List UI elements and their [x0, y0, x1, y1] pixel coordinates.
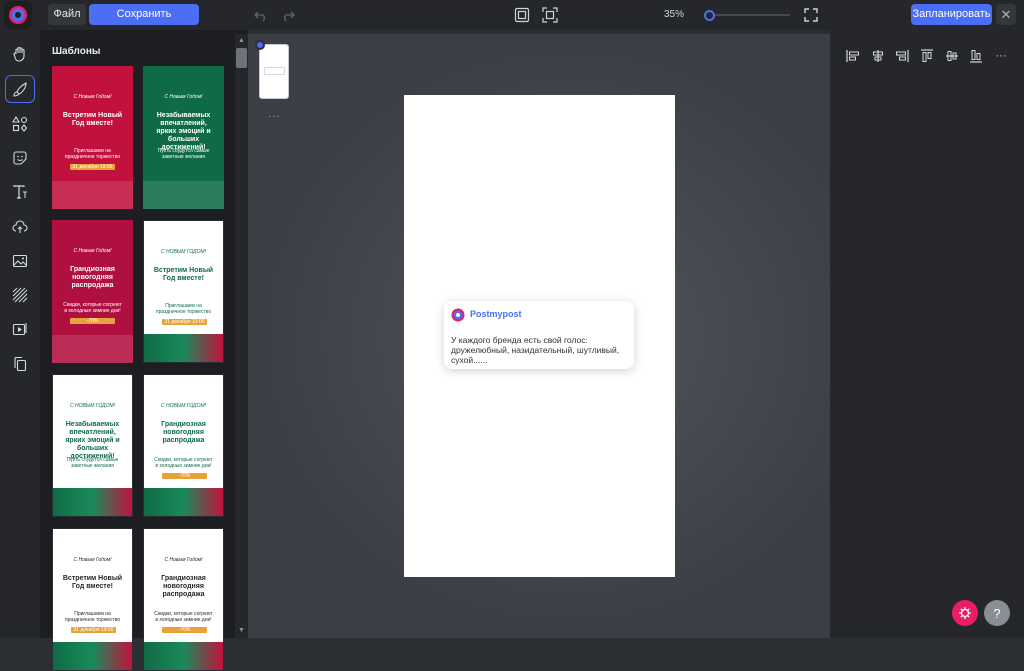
elements-icon[interactable] [5, 110, 35, 138]
template-greeting: С НОВЫМ ГОДОМ! [69, 403, 116, 409]
template-badge: -70% [162, 473, 207, 479]
template-badge: -70% [162, 627, 207, 633]
template-headline: Грандиозная новогодняя распродажа [161, 575, 206, 598]
template-badge: 31 декабря 19:00 [162, 319, 207, 325]
resize-icon[interactable] [513, 6, 531, 24]
align-right-icon[interactable] [894, 48, 910, 64]
template-greeting: С НОВЫМ ГОДОМ! [160, 403, 207, 409]
page-selected-indicator [255, 40, 265, 50]
template-card[interactable]: С Новым Годом! Встретим Новый Год вместе!… [52, 66, 133, 209]
page-thumbnail-card [264, 67, 285, 75]
copy-icon[interactable] [5, 350, 35, 378]
card-message: У каждого бренда есть свой голос: дружел… [451, 335, 620, 365]
postmypost-logo-icon [451, 308, 465, 322]
app-logo[interactable] [4, 1, 32, 29]
page-more-icon[interactable]: ··· [268, 111, 281, 122]
template-decoration [144, 334, 223, 362]
template-decoration [52, 181, 133, 209]
template-card[interactable]: С НОВЫМ ГОДОМ! Грандиозная новогодняя рас… [143, 374, 224, 517]
video-icon[interactable] [5, 315, 35, 343]
template-card[interactable]: С Новым Годом! Встретим Новый Год вместе!… [52, 528, 133, 671]
template-subtitle: Скидки, которые согреют в холодные зимни… [63, 302, 122, 314]
template-decoration [144, 488, 223, 516]
template-badge: 31 декабря 19:00 [70, 164, 115, 170]
top-bar: Файл Сохранить изменения 35% Запланирова… [0, 0, 1024, 41]
gear-icon [959, 607, 971, 619]
hand-icon[interactable] [5, 40, 35, 68]
template-headline: Грандиозная новогодняя распродажа [70, 266, 115, 289]
scroll-down-icon[interactable]: ▼ [237, 626, 246, 635]
template-badge: -70% [70, 318, 115, 324]
template-card[interactable]: С НОВЫМ ГОДОМ! Незабываемых впечатлений, … [52, 374, 133, 517]
fit-icon[interactable] [541, 6, 559, 24]
template-card[interactable]: С Новым Годом! Грандиозная новогодняя рас… [52, 220, 133, 363]
tool-rail [0, 30, 40, 638]
template-headline: Встретим Новый Год вместе! [62, 112, 123, 127]
template-decoration [52, 335, 133, 363]
page-thumbnail[interactable] [259, 44, 289, 99]
template-decoration [53, 488, 132, 516]
help-button[interactable]: ? [984, 600, 1010, 626]
fullscreen-icon[interactable] [802, 6, 820, 24]
properties-panel [830, 30, 1024, 638]
align-bottom-icon[interactable] [968, 48, 984, 64]
template-subtitle: Скидки, которые согреют в холодные зимни… [154, 457, 213, 469]
align-top-icon[interactable] [919, 48, 935, 64]
panel-title: Шаблоны [52, 46, 101, 57]
zoom-level: 35% [664, 9, 685, 20]
schedule-button[interactable]: Запланировать [911, 4, 992, 25]
template-greeting: С Новым Годом! [73, 94, 112, 100]
template-subtitle: Приглашаем на праздничное торжество [155, 303, 212, 315]
align-center-icon[interactable] [870, 48, 886, 64]
template-card[interactable]: С Новым Годом! Незабываемых впечатлений, … [143, 66, 224, 209]
template-badge: 31 декабря 19:00 [71, 627, 116, 633]
file-menu-button[interactable]: Файл [48, 4, 86, 25]
card-brand-name: Postmypost [470, 309, 522, 319]
zoom-slider-track[interactable] [705, 14, 790, 16]
support-button[interactable] [952, 600, 978, 626]
template-card[interactable]: С Новым Годом! Грандиозная новогодняя рас… [143, 528, 224, 671]
template-subtitle: Приглашаем на праздничное торжество [64, 611, 121, 623]
template-greeting: С Новым Годом! [164, 557, 203, 563]
template-headline: Встретим Новый Год вместе! [153, 267, 214, 282]
upload-icon[interactable] [5, 213, 35, 241]
logo-icon [9, 6, 27, 24]
template-decoration [143, 181, 224, 209]
template-subtitle: Приглашаем на праздничное торжество [64, 148, 121, 160]
save-changes-button[interactable]: Сохранить изменения [89, 4, 199, 41]
pattern-icon[interactable] [5, 281, 35, 309]
scroll-up-icon[interactable]: ▲ [237, 36, 246, 45]
template-decoration [53, 642, 132, 670]
templates-scroll-thumb[interactable] [236, 48, 247, 68]
template-card[interactable]: С НОВЫМ ГОДОМ! Встретим Новый Год вместе!… [143, 220, 224, 363]
close-button[interactable]: ✕ [996, 4, 1016, 25]
template-greeting: С НОВЫМ ГОДОМ! [160, 249, 207, 255]
templates-scrollbar[interactable] [235, 34, 248, 638]
align-middle-icon[interactable] [944, 48, 960, 64]
template-headline: Незабываемых впечатлений, ярких эмоций и… [65, 421, 120, 460]
image-icon[interactable] [5, 247, 35, 275]
template-greeting: С Новым Годом! [164, 94, 203, 100]
template-greeting: С Новым Годом! [73, 557, 112, 563]
brush-icon[interactable] [5, 75, 35, 103]
more-icon[interactable]: ··· [993, 48, 1009, 64]
text-icon[interactable] [5, 178, 35, 206]
template-headline: Грандиозная новогодняя распродажа [161, 421, 206, 444]
template-subtitle: Пусть сбудутся самые заветные желания [66, 457, 119, 469]
align-left-icon[interactable] [845, 48, 861, 64]
template-subtitle: Пусть сбудутся самые заветные желания [157, 148, 210, 160]
template-headline: Незабываемых впечатлений, ярких эмоций и… [156, 112, 211, 151]
redo-icon[interactable] [279, 6, 297, 24]
zoom-slider-handle[interactable] [704, 10, 716, 21]
template-decoration [144, 642, 223, 670]
template-headline: Встретим Новый Год вместе! [62, 575, 123, 590]
sticker-icon[interactable] [5, 144, 35, 172]
undo-icon[interactable] [252, 6, 270, 24]
post-card[interactable]: Postmypost У каждого бренда есть свой го… [444, 301, 634, 369]
template-greeting: С Новым Годом! [73, 248, 112, 254]
template-subtitle: Скидки, которые согреют в холодные зимни… [154, 611, 213, 623]
